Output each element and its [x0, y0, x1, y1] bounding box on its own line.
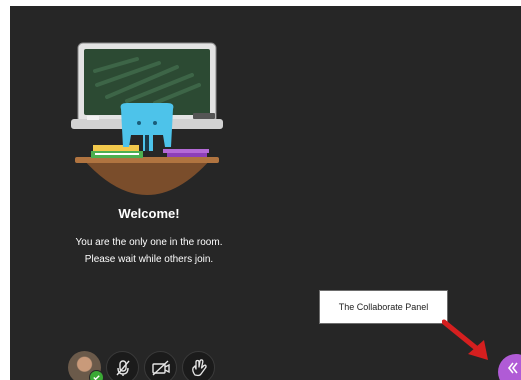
user-avatar[interactable]	[68, 351, 104, 380]
welcome-line-2: Please wait while others join.	[84, 254, 214, 265]
raise-hand-icon	[191, 358, 207, 376]
collaborate-panel-callout: The Collaborate Panel	[319, 290, 448, 324]
welcome-message: You are the only one in the room. Please…	[44, 234, 254, 268]
raise-hand-button[interactable]	[182, 351, 215, 380]
callout-arrow-icon	[442, 319, 488, 360]
welcome-line-1: You are the only one in the room.	[75, 237, 223, 248]
classroom-illustration	[71, 42, 223, 195]
camera-button[interactable]	[144, 351, 177, 380]
screenshot-frame: Welcome! You are the only one in the roo…	[0, 0, 521, 380]
camera-off-icon	[151, 359, 170, 376]
session-controls	[68, 351, 215, 380]
desk-bowl	[83, 159, 211, 195]
welcome-title: Welcome!	[118, 206, 180, 221]
status-check-icon	[89, 370, 104, 380]
double-chevron-left-icon	[507, 362, 518, 374]
microphone-muted-icon	[115, 359, 130, 376]
microphone-button[interactable]	[106, 351, 139, 380]
